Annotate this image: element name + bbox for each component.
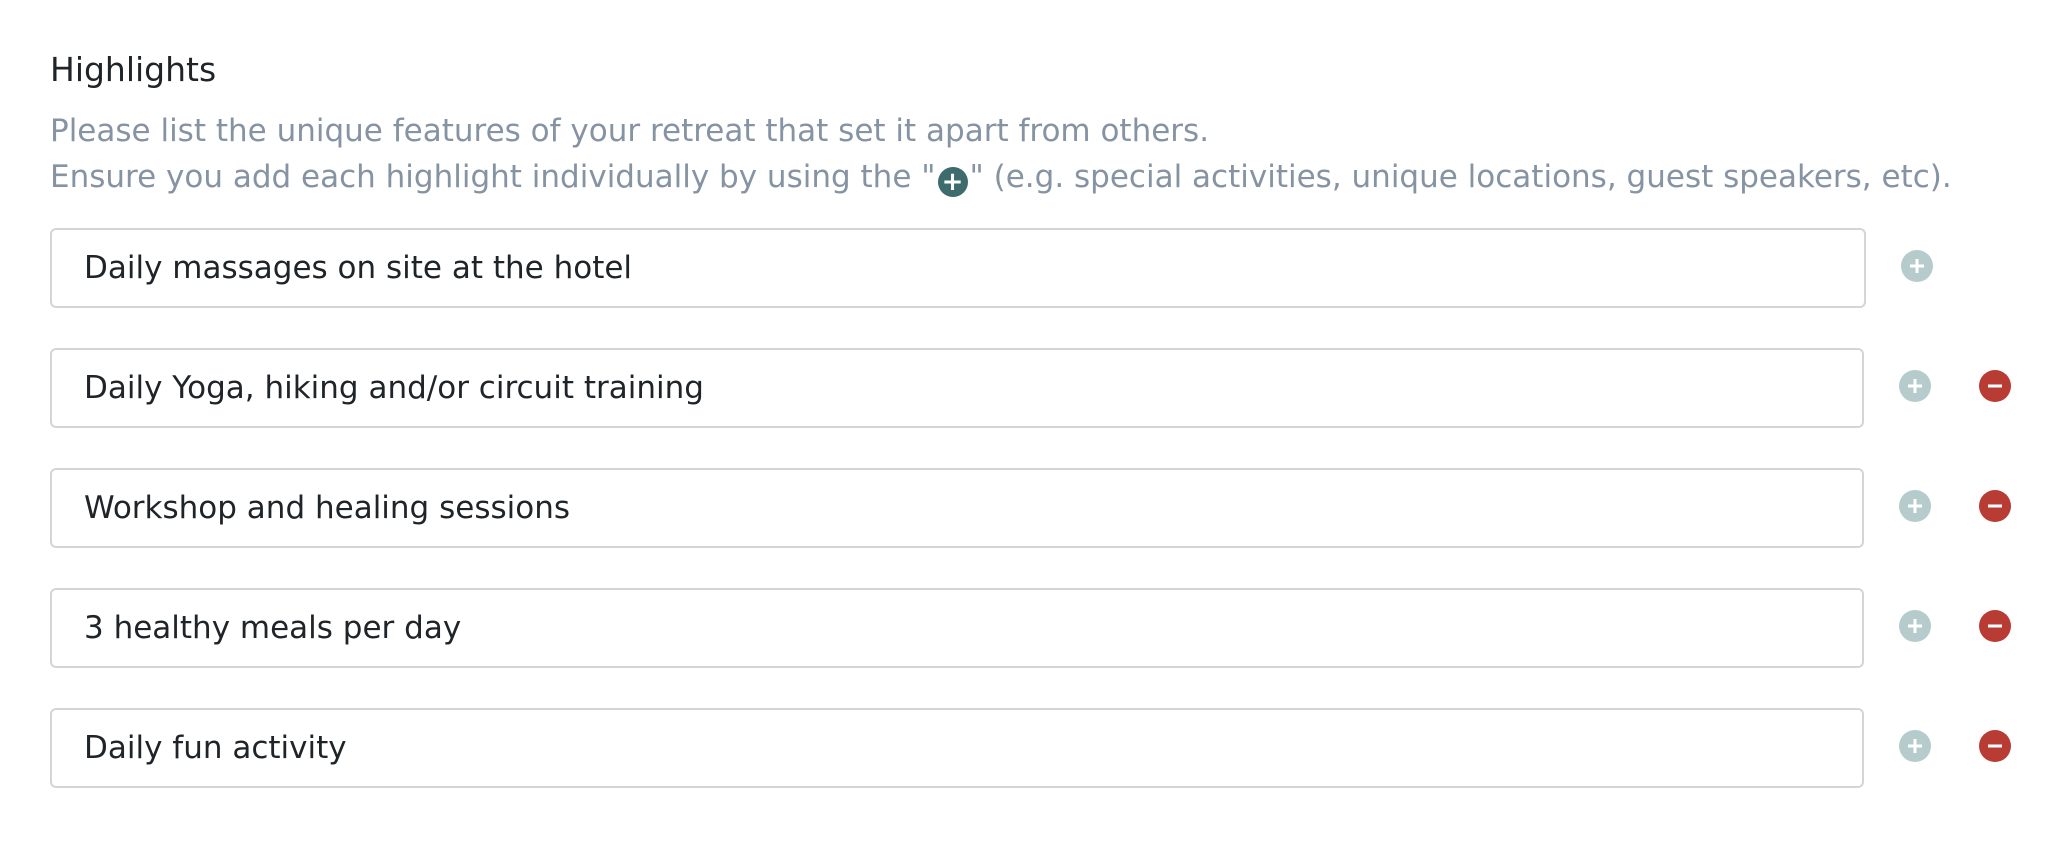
plus-icon bbox=[1908, 499, 1922, 513]
section-description: Please list the unique features of your … bbox=[50, 108, 2010, 200]
highlight-row bbox=[50, 348, 2020, 432]
plus-icon bbox=[1908, 739, 1922, 753]
minus-icon bbox=[1988, 504, 2002, 508]
remove-highlight-button[interactable] bbox=[1979, 730, 2011, 762]
description-line-1: Please list the unique features of your … bbox=[50, 113, 1210, 149]
highlight-input[interactable] bbox=[50, 228, 1866, 308]
highlight-row bbox=[50, 588, 2020, 672]
highlight-row bbox=[50, 228, 2020, 312]
plus-circle-icon: + bbox=[937, 167, 968, 197]
highlight-input[interactable] bbox=[50, 708, 1864, 788]
section-title: Highlights bbox=[50, 50, 217, 89]
highlight-input[interactable] bbox=[50, 348, 1864, 428]
minus-icon bbox=[1988, 744, 2002, 748]
description-line-2-prefix: Ensure you add each highlight individual… bbox=[50, 159, 936, 195]
highlight-input[interactable] bbox=[50, 588, 1864, 668]
highlights-list bbox=[50, 228, 2020, 828]
remove-highlight-button[interactable] bbox=[1979, 610, 2011, 642]
description-line-2: Ensure you add each highlight individual… bbox=[50, 154, 2010, 200]
highlight-input[interactable] bbox=[50, 468, 1864, 548]
plus-icon bbox=[1910, 259, 1924, 273]
remove-highlight-button[interactable] bbox=[1979, 370, 2011, 402]
highlight-row bbox=[50, 468, 2020, 552]
minus-icon bbox=[1988, 384, 2002, 388]
add-highlight-button[interactable] bbox=[1901, 250, 1933, 282]
add-highlight-button[interactable] bbox=[1899, 370, 1931, 402]
minus-icon bbox=[1988, 624, 2002, 628]
add-highlight-button[interactable] bbox=[1899, 610, 1931, 642]
description-line-2-suffix: " (e.g. special activities, unique locat… bbox=[969, 159, 1952, 195]
plus-icon bbox=[1908, 379, 1922, 393]
plus-icon bbox=[1908, 619, 1922, 633]
highlight-row bbox=[50, 708, 2020, 792]
highlights-section: Highlights Please list the unique featur… bbox=[50, 48, 2010, 200]
add-highlight-button[interactable] bbox=[1899, 490, 1931, 522]
add-highlight-button[interactable] bbox=[1899, 730, 1931, 762]
remove-highlight-button[interactable] bbox=[1979, 490, 2011, 522]
